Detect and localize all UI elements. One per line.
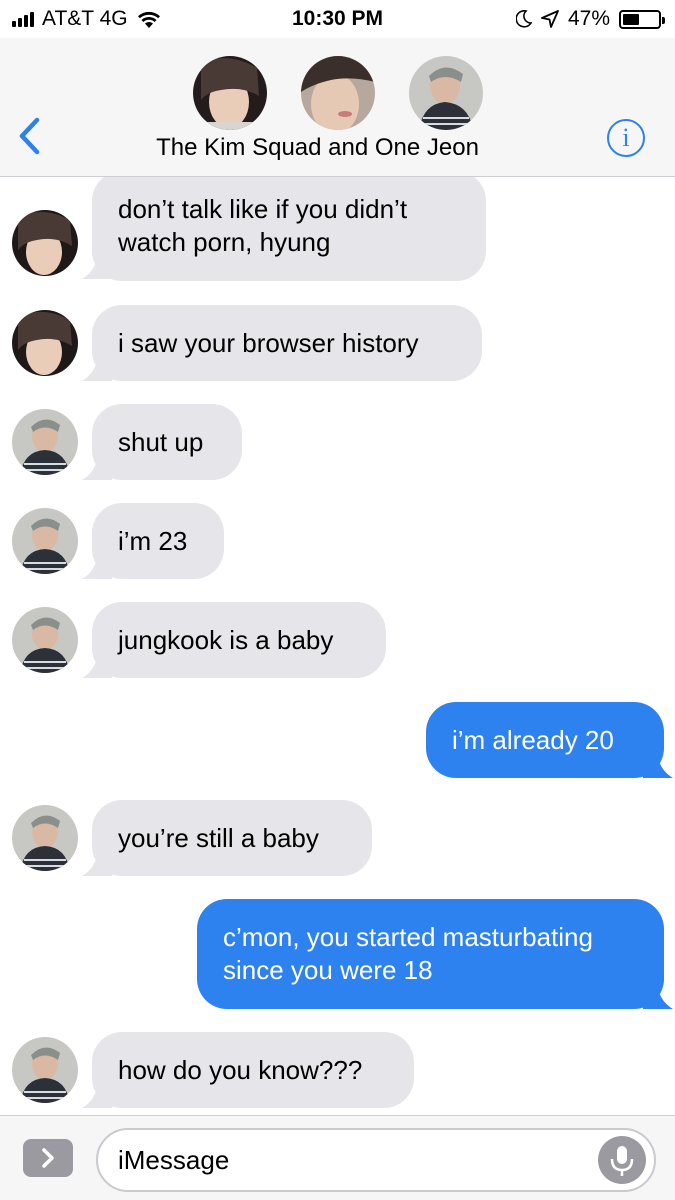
- outgoing-message-bubble[interactable]: i’m already 20: [426, 702, 664, 778]
- sender-avatar: [12, 1037, 78, 1103]
- message-row: don’t talk like if you didn’t watch porn…: [0, 177, 675, 281]
- outgoing-message-bubble[interactable]: c’mon, you started masturbating since yo…: [197, 899, 664, 1009]
- sender-avatar: [12, 310, 78, 376]
- incoming-message-bubble[interactable]: i saw your browser history: [92, 305, 482, 381]
- message-row: jungkook is a baby: [0, 602, 675, 678]
- chevron-right-icon: [42, 1148, 54, 1168]
- message-row: you’re still a baby: [0, 800, 675, 876]
- sender-avatar: [12, 210, 78, 276]
- sender-avatar: [12, 508, 78, 574]
- sender-avatar: [12, 805, 78, 871]
- message-row: shut up: [0, 404, 675, 480]
- message-row: i’m already 20: [0, 702, 675, 778]
- avatar[interactable]: [408, 56, 483, 130]
- incoming-message-bubble[interactable]: shut up: [92, 404, 242, 480]
- status-bar: AT&T 4G 10:30 PM 47%: [0, 0, 675, 38]
- message-row: i saw your browser history: [0, 305, 675, 381]
- battery-icon: [619, 9, 665, 29]
- dictation-button[interactable]: [598, 1136, 646, 1184]
- sender-avatar: [12, 607, 78, 673]
- avatar[interactable]: [192, 56, 267, 130]
- avatar[interactable]: [300, 56, 375, 130]
- message-input[interactable]: iMessage: [96, 1128, 656, 1192]
- incoming-message-bubble[interactable]: jungkook is a baby: [92, 602, 386, 678]
- message-row: how do you know???: [0, 1032, 675, 1108]
- incoming-message-bubble[interactable]: you’re still a baby: [92, 800, 372, 876]
- info-icon[interactable]: i: [607, 119, 645, 157]
- battery-percent: 47%: [567, 7, 610, 30]
- message-row: i’m 23: [0, 503, 675, 579]
- group-name[interactable]: The Kim Squad and One Jeon: [0, 134, 635, 162]
- microphone-icon: [610, 1146, 634, 1176]
- conversation-header: The Kim Squad and One Jeon i: [0, 38, 675, 177]
- message-thread[interactable]: don’t talk like if you didn’t watch porn…: [0, 177, 675, 1115]
- incoming-message-bubble[interactable]: don’t talk like if you didn’t watch porn…: [92, 177, 486, 281]
- status-right: 47%: [515, 7, 665, 31]
- message-row: c’mon, you started masturbating since yo…: [0, 899, 675, 1009]
- participant-avatars[interactable]: [0, 56, 675, 130]
- incoming-message-bubble[interactable]: i’m 23: [92, 503, 224, 579]
- message-input-placeholder: iMessage: [118, 1145, 230, 1175]
- incoming-message-bubble[interactable]: how do you know???: [92, 1032, 414, 1108]
- location-icon: [541, 10, 559, 28]
- do-not-disturb-icon: [515, 10, 532, 28]
- battery-level: [623, 13, 639, 25]
- app-drawer-button[interactable]: [23, 1139, 73, 1177]
- compose-bar: iMessage: [0, 1115, 675, 1200]
- sender-avatar: [12, 409, 78, 475]
